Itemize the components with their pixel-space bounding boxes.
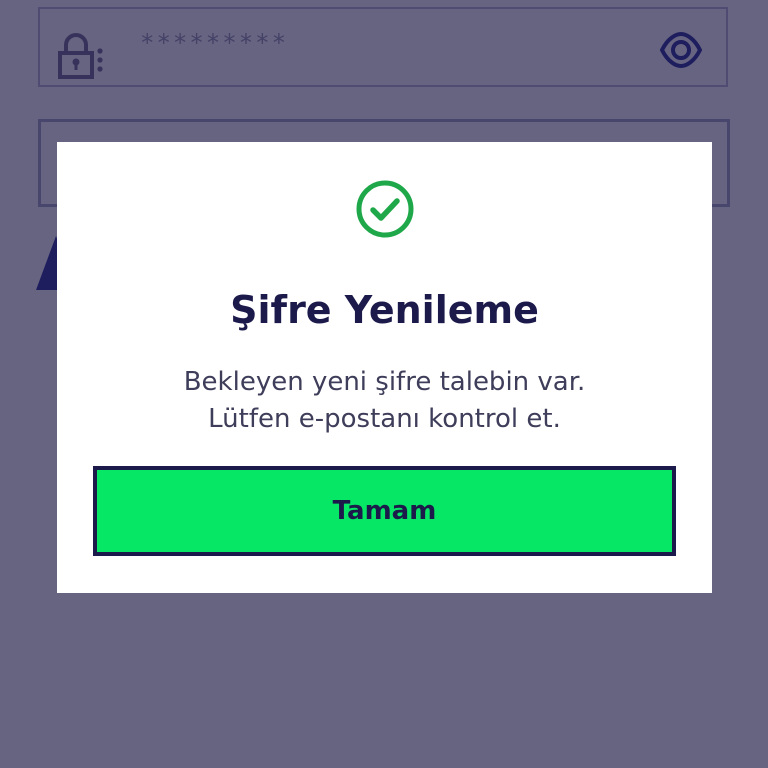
password-reset-dialog: Şifre Yenileme Bekleyen yeni şifre taleb… — [57, 142, 712, 593]
dialog-message-line-1: Bekleyen yeni şifre talebin var. — [183, 367, 586, 397]
dialog-title: Şifre Yenileme — [230, 288, 539, 332]
ok-button-label: Tamam — [332, 496, 437, 526]
dialog-message-line-2: Lütfen e-postanı kontrol et. — [208, 404, 561, 434]
dialog-message: Bekleyen yeni şifre talebin var. Lütfen … — [57, 364, 712, 438]
ok-button[interactable]: Tamam — [93, 466, 676, 556]
check-circle-icon — [356, 180, 414, 238]
